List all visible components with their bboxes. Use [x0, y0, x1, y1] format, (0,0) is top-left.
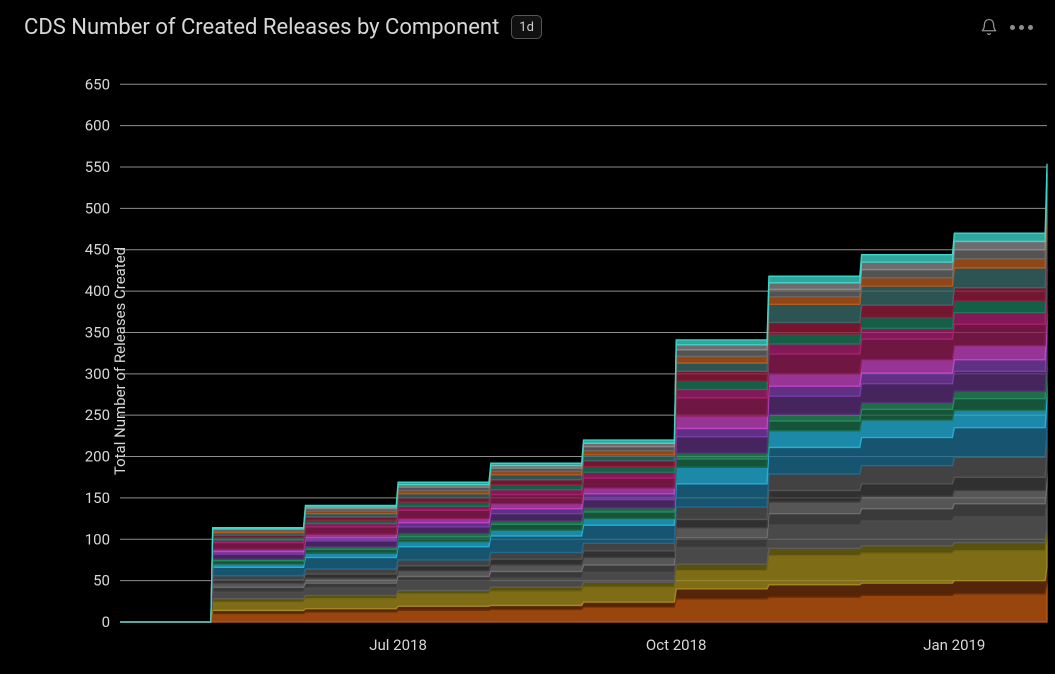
more-icon[interactable]	[1005, 11, 1037, 43]
svg-text:0: 0	[102, 613, 110, 631]
panel-header: CDS Number of Created Releases by Compon…	[0, 0, 1055, 48]
svg-text:Oct 2018: Oct 2018	[646, 636, 707, 654]
svg-text:500: 500	[85, 199, 110, 217]
chart-svg: 0 50 100 150 200 250 300 350 400 450 500 550 600 650 J…	[0, 48, 1055, 674]
y-axis-label: Total Number of Releases Created	[111, 247, 129, 475]
svg-text:400: 400	[85, 282, 110, 300]
svg-text:450: 450	[85, 241, 110, 259]
chart-area: Total Number of Releases Created 0 50 100 1…	[0, 48, 1055, 674]
svg-text:150: 150	[85, 489, 110, 507]
svg-text:550: 550	[85, 158, 110, 176]
svg-text:50: 50	[93, 572, 110, 590]
panel-title: CDS Number of Created Releases by Compon…	[24, 15, 499, 40]
svg-text:250: 250	[85, 406, 110, 424]
bell-icon[interactable]	[973, 11, 1005, 43]
chart-panel: CDS Number of Created Releases by Compon…	[0, 0, 1055, 674]
svg-text:Jul 2018: Jul 2018	[369, 636, 427, 654]
svg-text:100: 100	[85, 530, 110, 548]
interval-badge[interactable]: 1d	[511, 15, 542, 39]
svg-text:350: 350	[85, 323, 110, 341]
svg-text:200: 200	[85, 448, 110, 466]
svg-text:600: 600	[85, 117, 110, 135]
svg-text:Jan 2019: Jan 2019	[923, 636, 985, 654]
svg-text:300: 300	[85, 365, 110, 383]
svg-text:650: 650	[85, 75, 110, 93]
